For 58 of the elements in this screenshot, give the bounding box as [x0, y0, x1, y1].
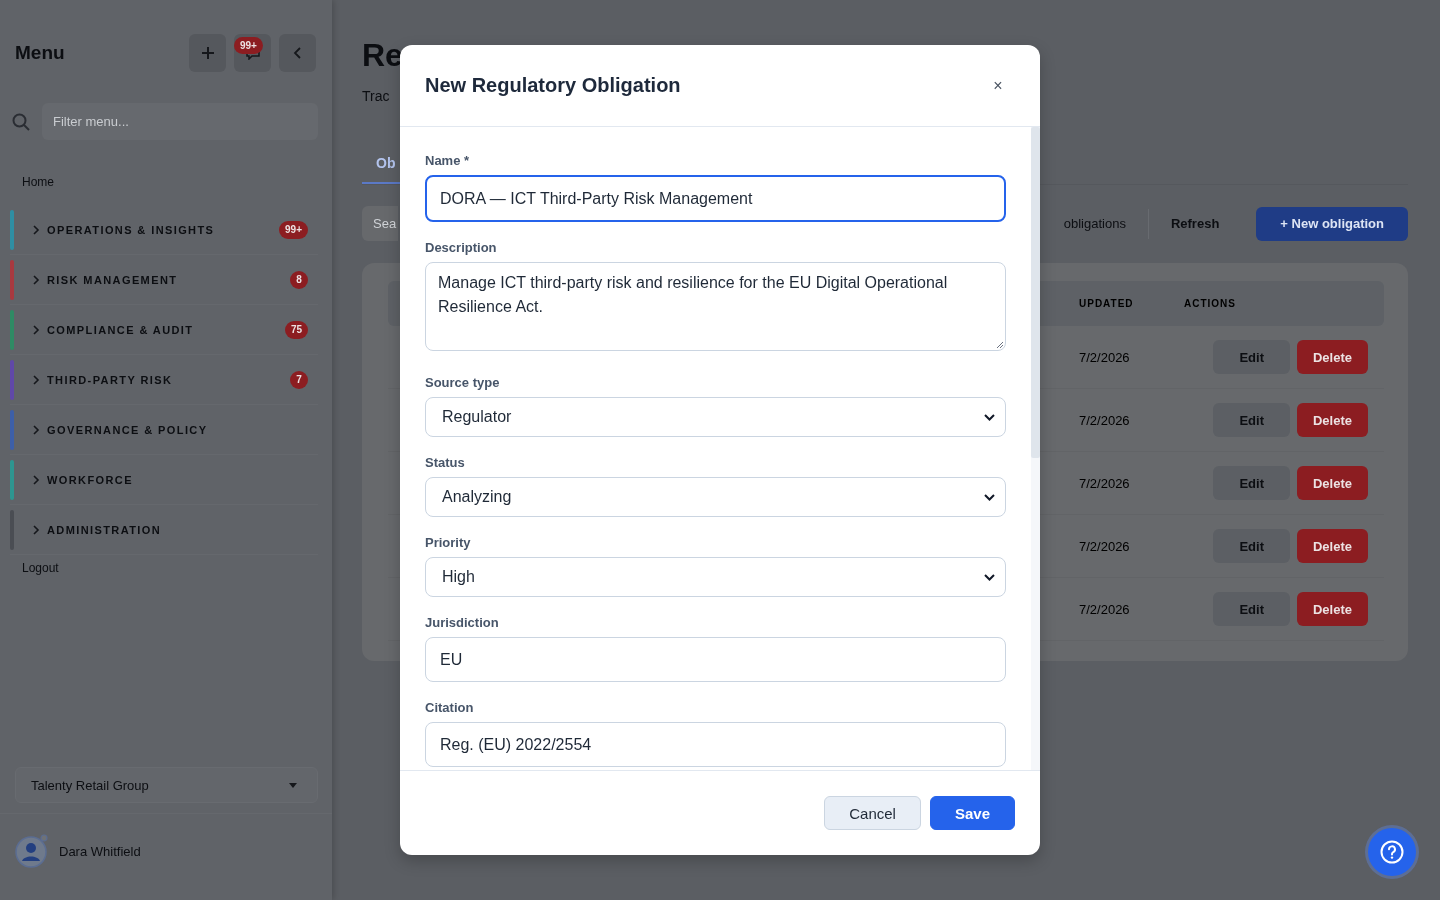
field-label: Jurisdiction	[425, 615, 499, 631]
plus-icon	[200, 46, 215, 60]
help-icon	[1380, 840, 1404, 864]
date-cell-text: 7/2/2026	[1078, 601, 1130, 617]
count-badge: 8	[290, 270, 308, 289]
chevron-down-icon	[984, 413, 995, 421]
resize-grip-icon[interactable]	[996, 341, 1004, 349]
count-badge: 99+	[279, 220, 308, 239]
page-subtitle: Trac	[362, 87, 390, 105]
sidebar-group-item[interactable]: COMPLIANCE & AUDIT 75	[10, 305, 318, 355]
caret-down-icon	[289, 782, 297, 788]
select-field[interactable]: Regulator	[425, 397, 1006, 437]
avatar-icon	[15, 834, 49, 868]
date-cell-text: 7/2/2026	[1078, 538, 1130, 554]
date-cell-text: 7/2/2026	[1078, 412, 1130, 428]
field-label: Name *	[425, 153, 470, 169]
field-label: Priority	[425, 535, 471, 551]
field-label: Source type	[425, 375, 500, 391]
delete-button[interactable]: Delete	[1296, 466, 1368, 500]
menu-title: Menu	[15, 42, 65, 64]
field-label: Description	[425, 240, 497, 256]
notification-badge: 99+	[234, 37, 263, 54]
text-input[interactable]: Reg. (EU) 2022/2554	[425, 722, 1006, 767]
text-input[interactable]: DORA — ICT Third-Party Risk Management	[425, 175, 1006, 222]
page-title: Re	[362, 36, 403, 74]
sidebar-group-item[interactable]: OPERATIONS & INSIGHTS 99+	[10, 205, 318, 255]
new-item-button[interactable]: + New obligation	[1256, 206, 1408, 241]
chevron-down-icon	[984, 573, 995, 581]
cancel-button[interactable]: Cancel	[824, 796, 921, 830]
save-button[interactable]: Save	[929, 796, 1015, 830]
dialog-title: New Regulatory Obligation	[425, 74, 681, 97]
delete-button[interactable]: Delete	[1296, 592, 1368, 626]
sidebar-group-item[interactable]: THIRD-PARTY RISK 7	[10, 355, 318, 405]
add-button[interactable]	[189, 34, 226, 72]
search-field[interactable]: Sea	[362, 206, 398, 241]
delete-button[interactable]: Delete	[1296, 403, 1368, 437]
select-field[interactable]: Analyzing	[425, 477, 1006, 517]
search-icon	[12, 112, 30, 131]
delete-button[interactable]: Delete	[1296, 340, 1368, 374]
count-badge: 7	[290, 370, 308, 389]
user-name: Dara Whitfield	[59, 843, 141, 859]
column-header: UPDATED	[1078, 298, 1134, 309]
date-cell-text: 7/2/2026	[1078, 475, 1130, 491]
delete-button[interactable]: Delete	[1296, 529, 1368, 563]
scrollbar-thumb[interactable]	[1031, 127, 1040, 458]
close-button[interactable]: ×	[986, 73, 1010, 98]
column-header: ACTIONS	[1183, 298, 1236, 309]
count-badge: 75	[284, 320, 308, 339]
textarea-field[interactable]: Manage ICT third-party risk and resilience for the EU Digital Operational Resilience Act.	[425, 262, 1006, 351]
field-label: Status	[425, 455, 465, 471]
select-field[interactable]: High	[425, 557, 1006, 597]
messages-button[interactable]: 99+	[234, 34, 271, 72]
chevron-down-icon	[984, 493, 995, 501]
sidebar-group-item[interactable]: RISK MANAGEMENT 8	[10, 255, 318, 305]
field-label: Citation	[425, 700, 474, 716]
date-cell-text: 7/2/2026	[1078, 349, 1130, 365]
collapse-button[interactable]	[279, 34, 316, 72]
text-input[interactable]: EU	[425, 637, 1006, 682]
